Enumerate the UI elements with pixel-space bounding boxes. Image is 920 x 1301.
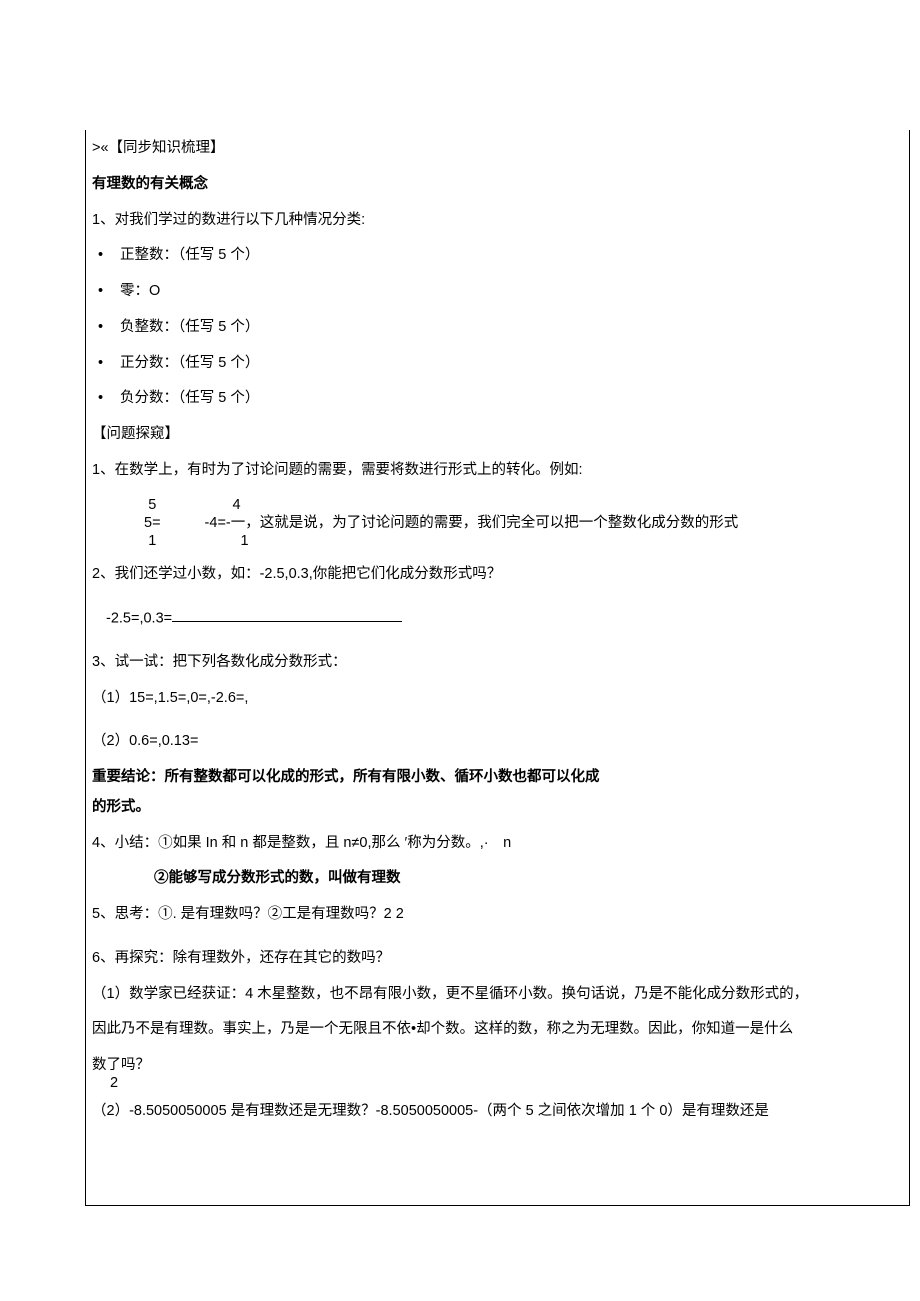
paragraph-3-2: （2）0.6=,0.13= [92, 731, 903, 753]
explore-title: 【问题探窥】 [92, 424, 903, 446]
frac2-eq: -4=-一，这就是说，为了讨论问题的需要，我们完全可以把一个整数化成分数的形式 [205, 514, 899, 532]
paragraph-6-1: （1）数学家已经获证：4 木星整数，也不昂有限小数，更不星循环小数。换句话说，乃… [92, 984, 903, 1006]
paragraph-6-2: （2）-8.5050050005 是有理数还是无理数？-8.5050050005… [92, 1101, 903, 1123]
paragraph-4: 4、小结：①如果 In 和 n 都是整数，且 n≠0,那么 ′称为分数。,· n [92, 833, 903, 855]
frac1-den: 1 [144, 532, 161, 550]
paragraph-6: 6、再探究：除有理数外，还存在其它的数吗？ [92, 948, 903, 970]
bullet-positive-frac: 正分数：（任写 5 个） [92, 353, 903, 375]
item1-intro: 1、对我们学过的数进行以下几种情况分类: [92, 210, 903, 232]
frac2-den: 1 [205, 532, 899, 550]
paragraph-5: 5、思考：①. 是有理数吗？②工是有理数吗？2 2 [92, 904, 903, 926]
section-title: >«【同步知识梳理】 [92, 138, 903, 160]
paragraph-2: 2、我们还学过小数，如：-2.5,0.3,你能把它们化成分数形式吗？ [92, 564, 903, 586]
paragraph-6-1b: 因此乃不是有理数。事实上，乃是一个无限且不依•却个数。这样的数，称之为无理数。因… [92, 1019, 903, 1041]
paragraph-4-text: 4、小结：①如果 In 和 n 都是整数，且 n≠0,那么 ′称为分数。,· n [92, 835, 511, 851]
paragraph-4-sub: ②能够写成分数形式的数，叫做有理数 [92, 868, 903, 890]
paragraph-6-1c-sub: 2 [92, 1075, 903, 1091]
frac2-num: 4 [205, 496, 899, 514]
frac1-num: 5 [144, 496, 161, 514]
conclusion-line2: 的形式。 [92, 797, 903, 819]
paragraph-1: 1、在数学上，有时为了讨论问题的需要，需要将数进行形式上的转化。例如: [92, 460, 903, 482]
paragraph-6-1c: 数了吗？ [92, 1055, 903, 1077]
fraction-example-row: 5 5= 1 4 -4=-一，这就是说，为了讨论问题的需要，我们完全可以把一个整… [92, 496, 903, 550]
frac1-eq: 5= [144, 515, 161, 531]
paragraph-2-fill: -2.5=,0.3= [92, 608, 903, 630]
paragraph-3: 3、试一试：把下列各数化成分数形式： [92, 652, 903, 674]
bullet-negative-frac: 负分数：（任写 5 个） [92, 388, 903, 410]
fill-blank-underline [172, 608, 402, 623]
page-content: >«【同步知识梳理】 有理数的有关概念 1、对我们学过的数进行以下几种情况分类:… [85, 130, 910, 1206]
bullet-zero: 零：O [92, 281, 903, 303]
paragraph-3-1: （1）15=,1.5=,0=,-2.6=, [92, 688, 903, 710]
topic-title: 有理数的有关概念 [92, 174, 903, 196]
conclusion-line1: 重要结论：所有整数都可以化成的形式，所有有限小数、循环小数也都可以化成 [92, 767, 903, 789]
bullet-negative-int: 负整数：（任写 5 个） [92, 317, 903, 339]
fill-prefix: -2.5=,0.3= [106, 610, 172, 626]
bullet-positive-int: 正整数：（任写 5 个） [92, 245, 903, 267]
